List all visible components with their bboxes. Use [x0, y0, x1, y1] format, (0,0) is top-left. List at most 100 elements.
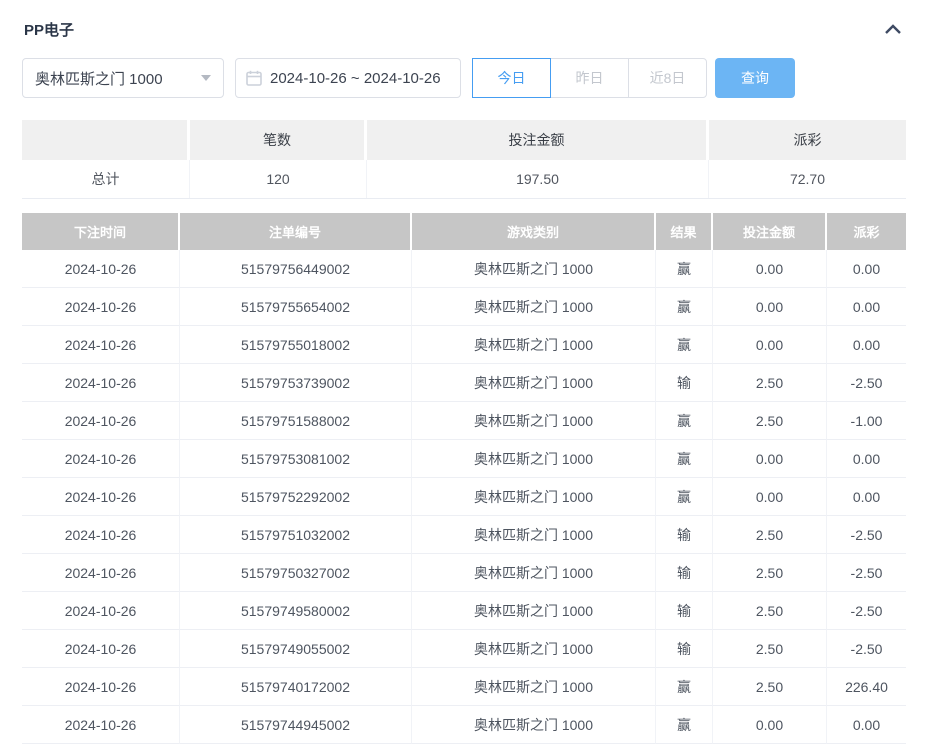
calendar-icon — [246, 70, 262, 86]
table-row: 2024-10-26 51579756449002 奥林匹斯之门 1000 赢 … — [22, 250, 906, 288]
cell-bet-time: 2024-10-26 — [22, 402, 180, 440]
table-row: 2024-10-26 51579753739002 奥林匹斯之门 1000 输 … — [22, 364, 906, 402]
col-header-bet-amount: 投注金额 — [713, 213, 827, 250]
cell-bet-time: 2024-10-26 — [22, 668, 180, 706]
col-header-result: 结果 — [656, 213, 713, 250]
cell-order-no: 51579753739002 — [180, 364, 412, 402]
cell-game-type: 奥林匹斯之门 1000 — [412, 250, 656, 288]
cell-order-no: 51579753081002 — [180, 440, 412, 478]
summary-col-count: 笔数 — [190, 120, 367, 160]
panel-header: PP电子 — [22, 18, 906, 40]
cell-game-type: 奥林匹斯之门 1000 — [412, 630, 656, 668]
cell-result: 输 — [656, 364, 713, 402]
cell-bet-amount: 2.50 — [713, 516, 827, 554]
cell-result: 输 — [656, 516, 713, 554]
col-header-payout: 派彩 — [827, 213, 906, 250]
cell-bet-time: 2024-10-26 — [22, 250, 180, 288]
records-header-row: 下注时间 注单编号 游戏类别 结果 投注金额 派彩 — [22, 213, 906, 250]
cell-game-type: 奥林匹斯之门 1000 — [412, 402, 656, 440]
cell-result: 输 — [656, 630, 713, 668]
col-header-order-no: 注单编号 — [180, 213, 412, 250]
cell-bet-amount: 0.00 — [713, 288, 827, 326]
cell-bet-amount: 2.50 — [713, 402, 827, 440]
records-table: 下注时间 注单编号 游戏类别 结果 投注金额 派彩 2024-10-26 515… — [22, 213, 906, 744]
table-row: 2024-10-26 51579750327002 奥林匹斯之门 1000 输 … — [22, 554, 906, 592]
cell-payout: -2.50 — [827, 516, 906, 554]
summary-header-row: 笔数 投注金额 派彩 — [22, 120, 906, 160]
summary-table: 笔数 投注金额 派彩 总计 120 197.50 72.70 — [22, 120, 906, 199]
cell-order-no: 51579750327002 — [180, 554, 412, 592]
cell-game-type: 奥林匹斯之门 1000 — [412, 364, 656, 402]
table-row: 2024-10-26 51579740172002 奥林匹斯之门 1000 赢 … — [22, 668, 906, 706]
cell-payout: 0.00 — [827, 440, 906, 478]
cell-bet-amount: 2.50 — [713, 630, 827, 668]
cell-result: 输 — [656, 592, 713, 630]
cell-order-no: 51579744945002 — [180, 706, 412, 744]
table-row: 2024-10-26 51579755018002 奥林匹斯之门 1000 赢 … — [22, 326, 906, 364]
filter-bar: 奥林匹斯之门 1000 2024-10-26 ~ 2024-10-26 今日 昨… — [22, 58, 906, 98]
summary-total-payout: 72.70 — [789, 171, 826, 187]
table-row: 2024-10-26 51579753081002 奥林匹斯之门 1000 赢 … — [22, 440, 906, 478]
col-header-bet-time: 下注时间 — [22, 213, 180, 250]
summary-col-bet-amount: 投注金额 — [367, 120, 709, 160]
cell-game-type: 奥林匹斯之门 1000 — [412, 288, 656, 326]
table-row: 2024-10-26 51579755654002 奥林匹斯之门 1000 赢 … — [22, 288, 906, 326]
chevron-up-icon[interactable] — [882, 18, 904, 40]
summary-total-row: 总计 120 197.50 72.70 — [22, 160, 906, 199]
cell-bet-time: 2024-10-26 — [22, 288, 180, 326]
summary-col-empty — [22, 120, 190, 160]
cell-payout: 0.00 — [827, 288, 906, 326]
cell-order-no: 51579740172002 — [180, 668, 412, 706]
summary-col-payout: 派彩 — [709, 120, 906, 160]
cell-game-type: 奥林匹斯之门 1000 — [412, 668, 656, 706]
cell-bet-time: 2024-10-26 — [22, 326, 180, 364]
quick-range-button[interactable]: 昨日 — [550, 58, 629, 98]
cell-bet-amount: 0.00 — [713, 706, 827, 744]
cell-bet-time: 2024-10-26 — [22, 554, 180, 592]
cell-bet-amount: 2.50 — [713, 668, 827, 706]
cell-bet-time: 2024-10-26 — [22, 440, 180, 478]
cell-result: 输 — [656, 554, 713, 592]
cell-game-type: 奥林匹斯之门 1000 — [412, 478, 656, 516]
cell-payout: 226.40 — [827, 668, 906, 706]
cell-payout: -1.00 — [827, 402, 906, 440]
date-range-picker[interactable]: 2024-10-26 ~ 2024-10-26 — [235, 58, 461, 98]
cell-order-no: 51579749055002 — [180, 630, 412, 668]
cell-payout: 0.00 — [827, 478, 906, 516]
cell-order-no: 51579752292002 — [180, 478, 412, 516]
cell-game-type: 奥林匹斯之门 1000 — [412, 706, 656, 744]
cell-bet-time: 2024-10-26 — [22, 630, 180, 668]
records-body: 2024-10-26 51579756449002 奥林匹斯之门 1000 赢 … — [22, 250, 906, 744]
cell-bet-amount: 0.00 — [713, 478, 827, 516]
cell-order-no: 51579749580002 — [180, 592, 412, 630]
search-button[interactable]: 查询 — [715, 58, 795, 98]
cell-game-type: 奥林匹斯之门 1000 — [412, 592, 656, 630]
summary-total-bet-amount: 197.50 — [367, 160, 709, 198]
date-range-value: 2024-10-26 ~ 2024-10-26 — [270, 69, 441, 87]
table-row: 2024-10-26 51579751032002 奥林匹斯之门 1000 输 … — [22, 516, 906, 554]
quick-range-button[interactable]: 近8日 — [628, 58, 707, 98]
table-row: 2024-10-26 51579751588002 奥林匹斯之门 1000 赢 … — [22, 402, 906, 440]
cell-payout: 0.00 — [827, 250, 906, 288]
quick-range-button[interactable]: 今日 — [472, 58, 551, 98]
cell-game-type: 奥林匹斯之门 1000 — [412, 326, 656, 364]
summary-total-count: 120 — [190, 160, 367, 198]
table-row: 2024-10-26 51579749580002 奥林匹斯之门 1000 输 … — [22, 592, 906, 630]
cell-bet-time: 2024-10-26 — [22, 592, 180, 630]
cell-bet-time: 2024-10-26 — [22, 364, 180, 402]
page-title: PP电子 — [24, 21, 75, 39]
cell-game-type: 奥林匹斯之门 1000 — [412, 554, 656, 592]
quick-range-group: 今日 昨日 近8日 — [472, 58, 707, 98]
cell-result: 赢 — [656, 250, 713, 288]
game-select[interactable]: 奥林匹斯之门 1000 — [22, 58, 224, 98]
cell-result: 赢 — [656, 288, 713, 326]
cell-bet-amount: 0.00 — [713, 440, 827, 478]
cell-result: 赢 — [656, 402, 713, 440]
cell-order-no: 51579751032002 — [180, 516, 412, 554]
cell-order-no: 51579756449002 — [180, 250, 412, 288]
cell-bet-amount: 0.00 — [713, 250, 827, 288]
cell-result: 赢 — [656, 706, 713, 744]
cell-payout: 0.00 — [827, 326, 906, 364]
summary-total-label: 总计 — [22, 160, 190, 198]
cell-result: 赢 — [656, 440, 713, 478]
